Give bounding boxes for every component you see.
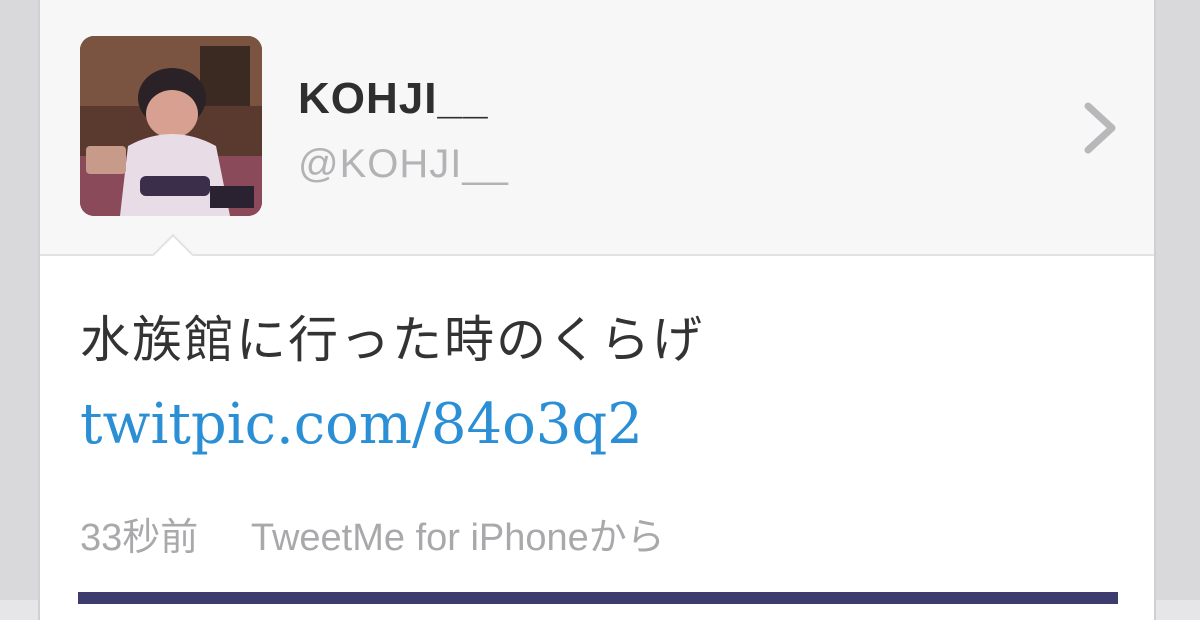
- profile-header[interactable]: KOHJI__ @KOHJI__: [40, 0, 1154, 256]
- app-frame: KOHJI__ @KOHJI__ 水族館に行った時のくらげ twitpic.co…: [0, 0, 1200, 620]
- display-name[interactable]: KOHJI__: [298, 74, 488, 124]
- media-preview[interactable]: [78, 592, 1118, 604]
- avatar-photo: [80, 36, 262, 216]
- tweet-text: 水族館に行った時のくらげ: [80, 311, 704, 369]
- tweet-card: KOHJI__ @KOHJI__ 水族館に行った時のくらげ twitpic.co…: [38, 0, 1156, 620]
- tweet-meta: 33秒前 TweetMe for iPhoneから: [80, 506, 665, 561]
- tweet-timestamp[interactable]: 33秒前: [80, 506, 198, 561]
- chevron-right-icon[interactable]: [1080, 100, 1120, 156]
- avatar[interactable]: [80, 36, 262, 216]
- user-handle[interactable]: @KOHJI__: [298, 142, 509, 187]
- tweet-link[interactable]: twitpic.com/84o3q2: [80, 392, 643, 457]
- tweet-source[interactable]: TweetMe for iPhoneから: [251, 506, 665, 561]
